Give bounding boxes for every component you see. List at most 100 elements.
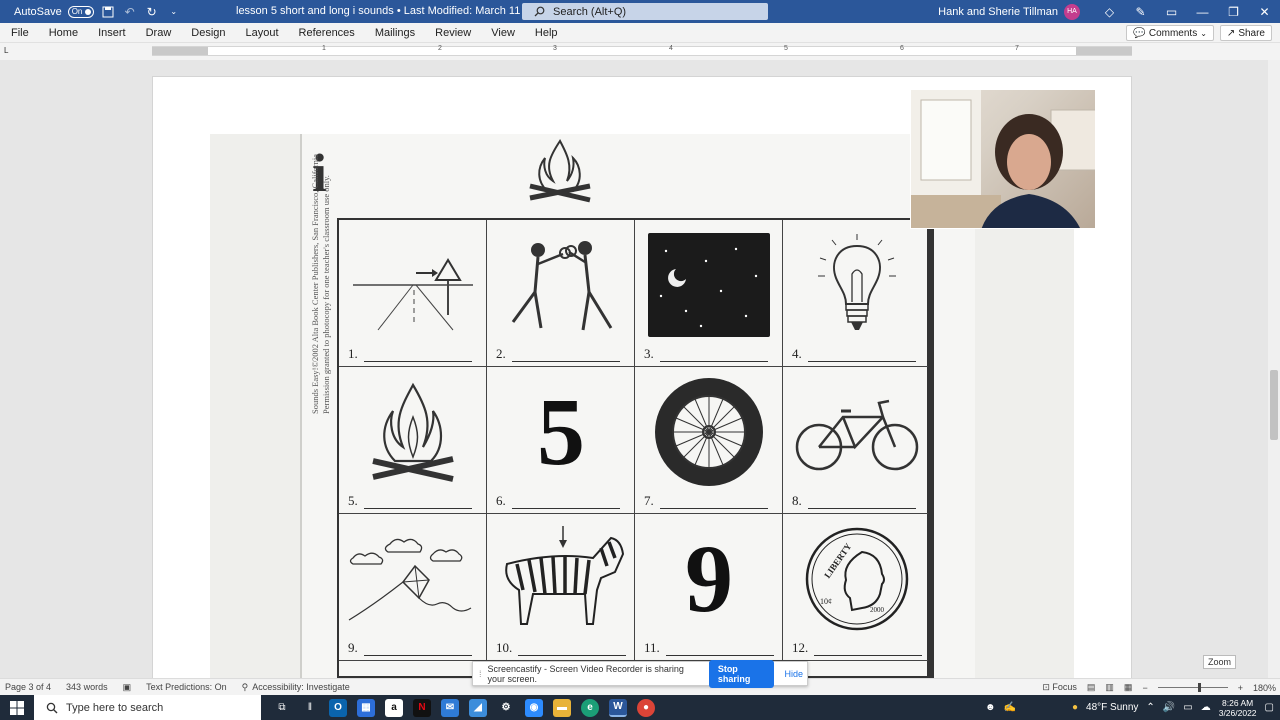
drag-handle-icon[interactable]: ⁞ [479, 669, 482, 679]
settings-icon[interactable]: ⚙ [497, 699, 515, 717]
edge-icon[interactable]: e [581, 698, 599, 717]
copyright-notice: Sounds Easy!©2002 Alta Book Center Publi… [310, 154, 332, 414]
clock[interactable]: 8:26 AM 3/26/2022 [1219, 698, 1257, 718]
weather-text[interactable]: 48°F Sunny [1086, 702, 1138, 713]
zoom-app-icon[interactable]: ◉ [525, 698, 543, 717]
restore-icon[interactable]: ❐ [1218, 0, 1249, 23]
mail-icon[interactable]: ✉ [441, 698, 459, 717]
file-explorer-icon[interactable]: ▬ [553, 698, 571, 717]
onedrive-icon[interactable]: ☁ [1201, 702, 1211, 713]
vertical-scrollbar[interactable] [1268, 60, 1280, 678]
ribbon-tabs: File Home Insert Draw Design Layout Refe… [0, 23, 1280, 43]
scrollbar-thumb[interactable] [1270, 370, 1278, 440]
title-bar: AutoSave On ↶ ↻ ⌄ lesson 5 short and lon… [0, 0, 1280, 23]
document-title[interactable]: lesson 5 short and long i sounds • Last … [236, 0, 530, 23]
notifications-icon[interactable]: ▢ [1265, 702, 1274, 713]
document-canvas[interactable]: i Sounds Easy!©2002 Alta Book Center Pub… [0, 60, 1268, 678]
answer-line[interactable] [363, 508, 472, 509]
hide-button[interactable]: Hide [780, 669, 807, 679]
avatar[interactable]: HA [1064, 3, 1080, 20]
proofing-icon[interactable]: ▣ [118, 682, 142, 693]
focus-button[interactable]: ⊡ Focus [1042, 682, 1077, 693]
cell-number: 8. [792, 493, 802, 508]
people-icon[interactable]: ☻ [985, 702, 996, 713]
answer-line[interactable] [363, 655, 472, 656]
stop-sharing-button[interactable]: Stop sharing [708, 659, 775, 688]
save-icon[interactable] [100, 4, 116, 20]
zoom-in-icon[interactable]: + [1238, 683, 1243, 693]
cell-number: 6. [496, 493, 506, 508]
cell-number: 7. [644, 493, 654, 508]
minimize-icon[interactable]: — [1187, 0, 1218, 23]
zoom-slider[interactable] [1157, 683, 1228, 692]
diamond-icon[interactable]: ◇ [1094, 0, 1125, 23]
task-view-icon[interactable]: ⧉ [273, 699, 291, 717]
video-editor-icon[interactable]: ◢ [469, 698, 487, 717]
answer-line[interactable] [814, 655, 923, 656]
tab-help[interactable]: Help [525, 27, 568, 39]
zoom-out-icon[interactable]: − [1142, 683, 1147, 693]
grid-cell: 8. [783, 367, 931, 514]
tab-selector[interactable]: L [4, 46, 8, 55]
answer-line[interactable] [511, 508, 620, 509]
horizontal-ruler[interactable]: 1 2 3 4 5 6 7 [152, 45, 1132, 56]
web-layout-icon[interactable]: ▦ [1124, 682, 1133, 693]
print-layout-icon[interactable]: ▥ [1105, 682, 1114, 693]
customize-toolbar-icon[interactable]: ⌄ [166, 4, 182, 20]
tab-view[interactable]: View [481, 27, 525, 39]
tab-review[interactable]: Review [425, 27, 481, 39]
read-mode-icon[interactable]: ▤ [1087, 682, 1096, 693]
undo-icon[interactable]: ↶ [122, 4, 138, 20]
amazon-icon[interactable]: a [385, 698, 403, 717]
search-box[interactable]: Search (Alt+Q) [522, 3, 768, 20]
chrome-icon[interactable]: ● [637, 698, 655, 717]
comments-button[interactable]: 💬 Comments ⌄ [1126, 25, 1214, 41]
outlook-icon[interactable]: O [329, 698, 347, 717]
word-icon[interactable]: W [609, 698, 627, 717]
answer-line[interactable] [807, 508, 916, 509]
weather-icon[interactable]: ● [1072, 702, 1078, 713]
close-icon[interactable]: ✕ [1249, 0, 1280, 23]
webcam-overlay[interactable] [910, 89, 1096, 229]
user-name[interactable]: Hank and Sherie Tillman [938, 6, 1058, 18]
windows-start-icon[interactable] [0, 695, 34, 720]
numeral-picture: 5 [537, 378, 585, 485]
zoom-level[interactable]: 180% [1253, 683, 1276, 693]
netflix-icon[interactable]: N [413, 698, 431, 717]
tab-insert[interactable]: Insert [88, 27, 136, 39]
pen-icon[interactable]: ✎ [1125, 0, 1156, 23]
volume-icon[interactable]: 🔊 [1163, 702, 1175, 713]
network-icon[interactable]: ▭ [1183, 702, 1192, 713]
pause-icon[interactable]: ‖ [301, 699, 319, 717]
pen-workspace-icon[interactable]: ✍ [1004, 702, 1016, 713]
chevron-up-icon[interactable]: ⌃ [1146, 702, 1154, 713]
ruler-number: 5 [784, 45, 788, 52]
accessibility-status[interactable]: ⚲ Accessibility: Investigate [237, 682, 360, 693]
answer-line[interactable] [807, 361, 916, 362]
page-count[interactable]: Page 3 of 4 [0, 682, 61, 692]
tab-file[interactable]: File [0, 27, 39, 39]
bicycle-picture [795, 399, 919, 471]
answer-line[interactable] [511, 361, 620, 362]
autosave-toggle[interactable]: On [67, 5, 94, 18]
answer-line[interactable] [518, 655, 627, 656]
tab-draw[interactable]: Draw [136, 27, 182, 39]
word-count[interactable]: 343 words [61, 682, 118, 692]
answer-line[interactable] [659, 361, 768, 362]
tab-layout[interactable]: Layout [236, 27, 289, 39]
ribbon-display-icon[interactable]: ▭ [1156, 0, 1187, 23]
answer-line[interactable] [363, 361, 472, 362]
share-button[interactable]: ↗ Share [1219, 25, 1272, 41]
taskbar-search[interactable]: Type here to search [34, 695, 261, 720]
answer-line[interactable] [659, 508, 768, 509]
answer-line[interactable] [665, 655, 774, 656]
text-predictions[interactable]: Text Predictions: On [141, 682, 237, 692]
grid-cell: 10. [487, 514, 635, 661]
tab-home[interactable]: Home [39, 27, 88, 39]
tab-mailings[interactable]: Mailings [365, 27, 425, 39]
ruler-area: L 1 2 3 4 5 6 7 [0, 43, 1280, 60]
redo-icon[interactable]: ↻ [144, 4, 160, 20]
store-icon[interactable]: ▦ [357, 698, 375, 717]
tab-design[interactable]: Design [181, 27, 235, 39]
tab-references[interactable]: References [289, 27, 365, 39]
